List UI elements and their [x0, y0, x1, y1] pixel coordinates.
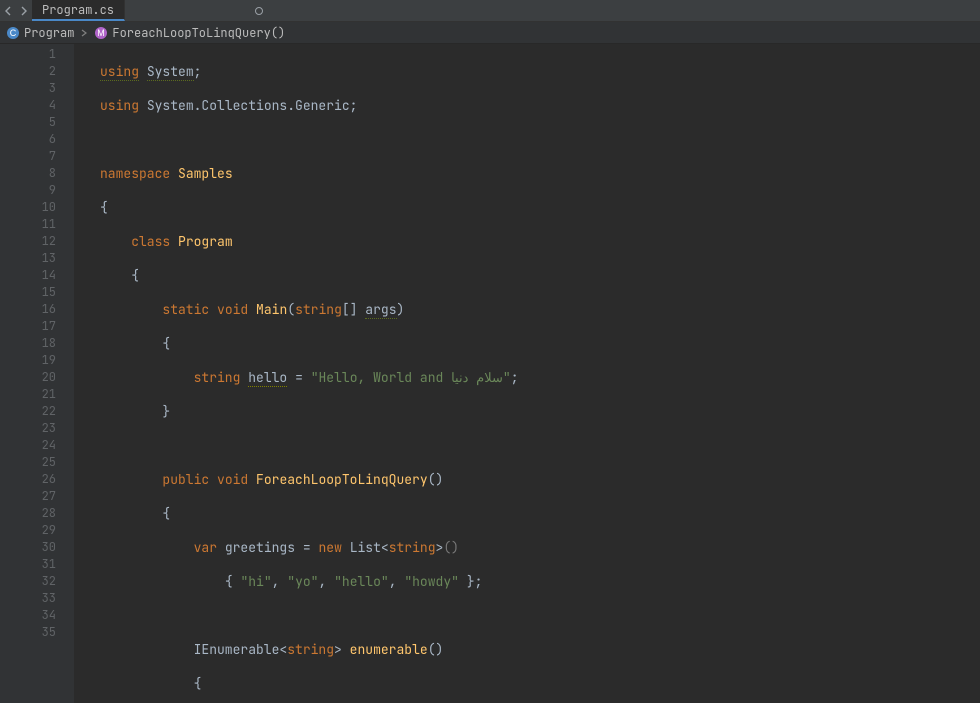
tab-nav-back-icon[interactable] — [4, 6, 14, 16]
gutter-line: 20 — [0, 369, 56, 386]
code-line: using System; — [100, 63, 980, 80]
gutter-line: 2 — [0, 63, 56, 80]
code-line — [100, 607, 980, 624]
gutter-line: 29 — [0, 522, 56, 539]
code-line: { — [100, 267, 980, 284]
code-line: { "hi", "yo", "hello", "howdy" }; — [100, 573, 980, 590]
gutter-line: 13 — [0, 250, 56, 267]
code-line: string hello = "Hello, World and سلام دن… — [100, 369, 980, 386]
gutter-line: 21 — [0, 386, 56, 403]
code-line — [100, 131, 980, 148]
method-icon: M — [94, 26, 108, 40]
gutter-line: 16 — [0, 301, 56, 318]
code-line: { — [100, 675, 980, 692]
gutter-line: 14 — [0, 267, 56, 284]
code-line: { — [100, 505, 980, 522]
gutter-line: 11 — [0, 216, 56, 233]
tab-row: Program.cs — [0, 0, 980, 22]
scrollbar[interactable] — [970, 44, 980, 703]
gutter-line: 8 — [0, 165, 56, 182]
gutter-line: 30 — [0, 539, 56, 556]
gutter-line: 19 — [0, 352, 56, 369]
gutter-line: 10 — [0, 199, 56, 216]
gutter-line: 35 — [0, 624, 56, 641]
code-area[interactable]: using System; using System.Collections.G… — [74, 44, 980, 703]
code-line: { — [100, 335, 980, 352]
gutter-line: 26 — [0, 471, 56, 488]
gutter-line: 24 — [0, 437, 56, 454]
code-line: static void Main(string[] args) — [100, 301, 980, 318]
gutter-line: 22 — [0, 403, 56, 420]
tab-label: Program.cs — [42, 2, 114, 18]
breadcrumb-class-label: Program — [24, 25, 74, 41]
svg-text:C: C — [10, 28, 17, 38]
tab-nav — [0, 0, 32, 21]
code-line: IEnumerable<string> enumerable() — [100, 641, 980, 658]
gutter-line: 18 — [0, 335, 56, 352]
breadcrumb-class[interactable]: C Program — [6, 25, 74, 41]
gutter-line: 32 — [0, 573, 56, 590]
tab-program-cs[interactable]: Program.cs — [32, 0, 125, 21]
breadcrumb-separator-icon — [80, 25, 88, 41]
gutter-line: 5 — [0, 114, 56, 131]
gutter-line: 17 — [0, 318, 56, 335]
gutter-line: 33 — [0, 590, 56, 607]
gutter-line: 27 — [0, 488, 56, 505]
gutter-line: 7 — [0, 148, 56, 165]
pin-icon — [255, 7, 263, 15]
gutter-line: 4 — [0, 97, 56, 114]
code-line: { — [100, 199, 980, 216]
editor[interactable]: 1234567891011121314151617181920212223242… — [0, 44, 980, 703]
gutter-line: 6 — [0, 131, 56, 148]
code-line: } — [100, 403, 980, 420]
gutter-line: 31 — [0, 556, 56, 573]
gutter: 1234567891011121314151617181920212223242… — [0, 44, 74, 703]
gutter-line: 1 — [0, 46, 56, 63]
code-line: class Program — [100, 233, 980, 250]
gutter-line: 34 — [0, 607, 56, 624]
gutter-line: 23 — [0, 420, 56, 437]
breadcrumb-method-label: ForeachLoopToLinqQuery() — [112, 25, 285, 41]
gutter-line: 25 — [0, 454, 56, 471]
breadcrumb: C Program M ForeachLoopToLinqQuery() — [0, 22, 980, 44]
code-line: public void ForeachLoopToLinqQuery() — [100, 471, 980, 488]
code-line: var greetings = new List<string>() — [100, 539, 980, 556]
gutter-line: 28 — [0, 505, 56, 522]
code-line: using System.Collections.Generic; — [100, 97, 980, 114]
tab-nav-forward-icon[interactable] — [18, 6, 28, 16]
code-line — [100, 437, 980, 454]
gutter-line: 9 — [0, 182, 56, 199]
class-icon: C — [6, 26, 20, 40]
code-line: namespace Samples — [100, 165, 980, 182]
svg-text:M: M — [98, 28, 106, 38]
breadcrumb-method[interactable]: M ForeachLoopToLinqQuery() — [94, 25, 285, 41]
gutter-line: 12 — [0, 233, 56, 250]
gutter-line: 3 — [0, 80, 56, 97]
tab-pin[interactable] — [255, 0, 263, 21]
gutter-line: 15 — [0, 284, 56, 301]
